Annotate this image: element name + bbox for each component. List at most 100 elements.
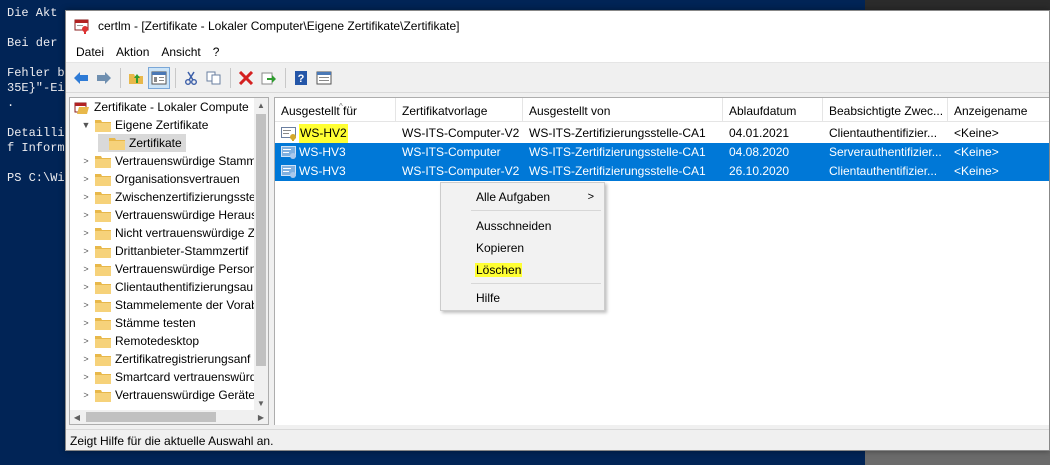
tree-item[interactable]: Zertifikate - Lokaler Compute	[74, 98, 249, 116]
table-row[interactable]: WS-HV3 WS-ITS-Computer-V2 WS-ITS-Zertifizi…	[275, 162, 1049, 181]
column-friendly-name[interactable]: Anzeigename	[948, 98, 1049, 122]
up-folder-icon[interactable]	[125, 67, 147, 89]
cell-issuer: WS-ITS-Zertifizierungsstelle-CA1	[529, 126, 706, 140]
tree-horizontal-scrollbar[interactable]: ◀ ▶	[70, 410, 268, 424]
menu-separator	[471, 283, 601, 284]
folder-icon	[95, 371, 111, 384]
menu-datei[interactable]: Datei	[70, 45, 110, 59]
column-template[interactable]: Zertifikatvorlage	[396, 98, 523, 122]
chevron-right-icon[interactable]: >	[80, 332, 92, 350]
scrollbar-thumb[interactable]	[86, 412, 216, 422]
powershell-background: Die Akt Bei der Fehler b 35E}"-Ei. Detailli f…	[0, 0, 70, 465]
tree-item[interactable]: > Vertrauenswürdige Person	[80, 260, 256, 278]
folder-icon	[95, 281, 111, 294]
tree-item-label: Vertrauenswürdige Geräte	[115, 388, 256, 402]
folder-icon	[95, 299, 111, 312]
folder-icon	[95, 245, 111, 258]
console-line: Detailli	[7, 126, 65, 140]
tree-item[interactable]: > Stämme testen	[80, 314, 195, 332]
chevron-right-icon[interactable]: >	[80, 278, 92, 296]
scrollbar-thumb[interactable]	[256, 114, 266, 366]
tree-item[interactable]: > Zwischenzertifizierungsste	[80, 188, 256, 206]
chevron-right-icon[interactable]: >	[80, 170, 92, 188]
column-issued-to[interactable]: ^ Ausgestellt für	[275, 98, 396, 122]
cell-purpose: Serverauthentifizier...	[829, 145, 942, 159]
cut-icon[interactable]	[180, 67, 202, 89]
chevron-right-icon[interactable]: >	[80, 368, 92, 386]
toolbar-separator	[120, 67, 121, 88]
back-icon[interactable]	[70, 67, 92, 89]
cell-issuer: WS-ITS-Zertifizierungsstelle-CA1	[529, 164, 706, 178]
chevron-right-icon[interactable]: >	[80, 260, 92, 278]
column-issuer[interactable]: Ausgestellt von	[523, 98, 723, 122]
console-line: Bei der	[7, 36, 58, 50]
export-icon[interactable]	[258, 67, 280, 89]
table-row[interactable]: WS-HV2 WS-ITS-Computer-V2 WS-ITS-Zertifizi…	[275, 124, 1049, 143]
tree-item[interactable]: > Stammelemente der Vorab	[80, 296, 256, 314]
column-purpose[interactable]: Beabsichtigte Zwec...	[823, 98, 948, 122]
tree-item[interactable]: > Nicht vertrauenswürdige Z	[80, 224, 255, 242]
menu-help[interactable]: ?	[207, 45, 226, 59]
tree-item[interactable]: ▼ Eigene Zertifikate	[80, 116, 209, 134]
tree-item-label: Vertrauenswürdige Stamm	[115, 154, 256, 168]
column-expiry[interactable]: Ablaufdatum	[723, 98, 823, 122]
delete-icon[interactable]	[235, 67, 257, 89]
help-icon[interactable]: ?	[290, 67, 312, 89]
chevron-right-icon[interactable]: >	[80, 206, 92, 224]
menu-item-delete[interactable]: Löschen	[475, 263, 523, 277]
title-bar[interactable]: certlm - [Zertifikate - Lokaler Computer…	[66, 11, 1049, 41]
chevron-down-icon[interactable]: ▼	[254, 396, 268, 410]
menu-item-cut[interactable]: Ausschneiden	[476, 219, 551, 233]
tree-item[interactable]: > Organisationsvertrauen	[80, 170, 239, 188]
cell-friendly: <Keine>	[954, 164, 999, 178]
tree-item[interactable]: > Zertifikatregistrierungsanf	[80, 350, 250, 368]
menu-item-copy[interactable]: Kopieren	[476, 241, 524, 255]
show-tree-icon[interactable]	[148, 66, 170, 89]
forward-icon[interactable]	[93, 67, 115, 89]
chevron-right-icon[interactable]: >	[80, 386, 92, 404]
menu-aktion[interactable]: Aktion	[110, 45, 155, 59]
folder-icon	[95, 155, 111, 168]
toolbar: ?	[66, 63, 1049, 93]
menu-item-all-tasks[interactable]: Alle Aufgaben	[476, 190, 550, 204]
tree-item[interactable]: > Drittanbieter-Stammzertif	[80, 242, 248, 260]
properties-icon[interactable]	[313, 67, 335, 89]
folder-icon	[109, 137, 125, 150]
chevron-right-icon[interactable]: ▶	[254, 410, 268, 424]
tree-vertical-scrollbar[interactable]: ▲ ▼	[254, 98, 268, 410]
tree-item[interactable]: Zertifikate	[98, 134, 186, 152]
certificate-store-icon	[74, 101, 90, 114]
chevron-down-icon[interactable]: ▼	[80, 116, 92, 134]
tree-item-label: Vertrauenswürdige Person	[115, 262, 256, 276]
menu-ansicht[interactable]: Ansicht	[155, 45, 206, 59]
chevron-right-icon[interactable]: >	[80, 296, 92, 314]
chevron-right-icon[interactable]: >	[80, 242, 92, 260]
menu-item-help[interactable]: Hilfe	[476, 291, 500, 305]
submenu-arrow-icon: >	[587, 191, 594, 203]
cell-text: WS-HV2	[299, 124, 348, 143]
chevron-right-icon[interactable]: >	[80, 224, 92, 242]
tree-item-label: Zertifikatregistrierungsanf	[115, 352, 251, 366]
tree-item[interactable]: > Vertrauenswürdige Stamm	[80, 152, 256, 170]
chevron-up-icon[interactable]: ▲	[254, 98, 268, 112]
chevron-left-icon[interactable]: ◀	[70, 410, 84, 424]
chevron-right-icon[interactable]: >	[80, 188, 92, 206]
tree-item[interactable]: > Clientauthentifizierungsau	[80, 278, 253, 296]
cell-expires: 04.08.2020	[729, 145, 790, 159]
tree-item[interactable]: > Remotedesktop	[80, 332, 199, 350]
chevron-right-icon[interactable]: >	[80, 152, 92, 170]
cell-template: WS-ITS-Computer	[402, 145, 501, 159]
tree-item[interactable]: > Vertrauenswürdige Heraus	[80, 206, 256, 224]
tree-item[interactable]: > Vertrauenswürdige Geräte	[80, 386, 255, 404]
tree-item-label: Stammelemente der Vorab	[115, 298, 256, 312]
table-row[interactable]: WS-HV3 WS-ITS-Computer WS-ITS-Zertifizieru…	[275, 143, 1049, 162]
tree-item[interactable]: > Smartcard vertrauenswürd	[80, 368, 256, 386]
certificate-icon	[281, 126, 297, 141]
chevron-right-icon[interactable]: >	[80, 350, 92, 368]
chevron-right-icon[interactable]: >	[80, 314, 92, 332]
copy-icon[interactable]	[203, 67, 225, 89]
tree-item-label: Zwischenzertifizierungsste	[115, 190, 256, 204]
